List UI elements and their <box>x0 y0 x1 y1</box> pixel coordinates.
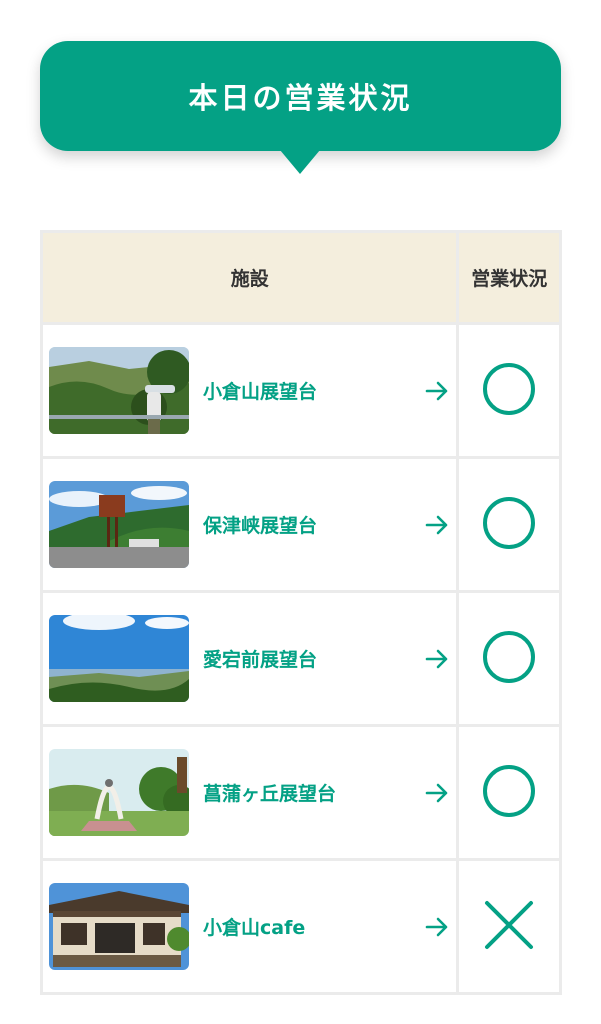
arrow-right-icon <box>424 512 450 538</box>
facility-link-ogurayama-cafe[interactable]: 小倉山cafe <box>43 861 456 992</box>
facility-cell: 愛宕前展望台 <box>39 590 460 727</box>
facility-name: 保津峡展望台 <box>203 515 318 537</box>
table-header-row: 施設 営業状況 <box>39 230 562 325</box>
facility-cell: 小倉山cafe <box>39 858 460 995</box>
page: 本日の営業状況 施設 営業状況 小倉山展望台 保津峡展望台 愛宕前展望台 菖蒲ヶ… <box>0 0 601 1024</box>
status-cell <box>456 456 562 593</box>
facility-name: 小倉山cafe <box>203 917 306 939</box>
facility-thumbnail <box>49 481 189 568</box>
facility-name: 小倉山展望台 <box>203 381 318 403</box>
circle-icon <box>481 763 537 819</box>
arrow-right-icon <box>424 780 450 806</box>
status-banner: 本日の営業状況 <box>40 41 561 151</box>
table-row: 保津峡展望台 <box>39 456 562 593</box>
status-column-header: 営業状況 <box>456 230 562 325</box>
banner-pointer <box>280 150 320 174</box>
circle-icon <box>481 629 537 685</box>
arrow-right-icon <box>424 378 450 404</box>
facility-thumbnail <box>49 883 189 970</box>
status-cell <box>456 590 562 727</box>
arrow-right-icon <box>424 646 450 672</box>
circle-icon <box>481 495 537 551</box>
table-row: 小倉山展望台 <box>39 322 562 459</box>
cross-icon <box>481 897 537 953</box>
facility-status-table: 施設 営業状況 小倉山展望台 保津峡展望台 愛宕前展望台 菖蒲ヶ丘展望台 小倉山… <box>39 230 562 995</box>
facility-link-ogurayama[interactable]: 小倉山展望台 <box>43 325 456 456</box>
table-row: 愛宕前展望台 <box>39 590 562 727</box>
arrow-right-icon <box>424 914 450 940</box>
facility-link-shobugaoka[interactable]: 菖蒲ヶ丘展望台 <box>43 727 456 858</box>
facility-thumbnail <box>49 749 189 836</box>
facility-link-atagomae[interactable]: 愛宕前展望台 <box>43 593 456 724</box>
facility-link-hozukyo[interactable]: 保津峡展望台 <box>43 459 456 590</box>
facility-thumbnail <box>49 615 189 702</box>
facility-thumbnail <box>49 347 189 434</box>
facility-cell: 小倉山展望台 <box>39 322 460 459</box>
facility-name: 愛宕前展望台 <box>203 649 318 671</box>
table-row: 菖蒲ヶ丘展望台 <box>39 724 562 861</box>
facility-column-header: 施設 <box>39 230 460 325</box>
status-cell <box>456 858 562 995</box>
circle-icon <box>481 361 537 417</box>
status-cell <box>456 724 562 861</box>
status-cell <box>456 322 562 459</box>
banner-title: 本日の営業状況 <box>188 81 413 115</box>
facility-cell: 保津峡展望台 <box>39 456 460 593</box>
facility-name: 菖蒲ヶ丘展望台 <box>203 783 337 805</box>
table-row: 小倉山cafe <box>39 858 562 995</box>
facility-cell: 菖蒲ヶ丘展望台 <box>39 724 460 861</box>
